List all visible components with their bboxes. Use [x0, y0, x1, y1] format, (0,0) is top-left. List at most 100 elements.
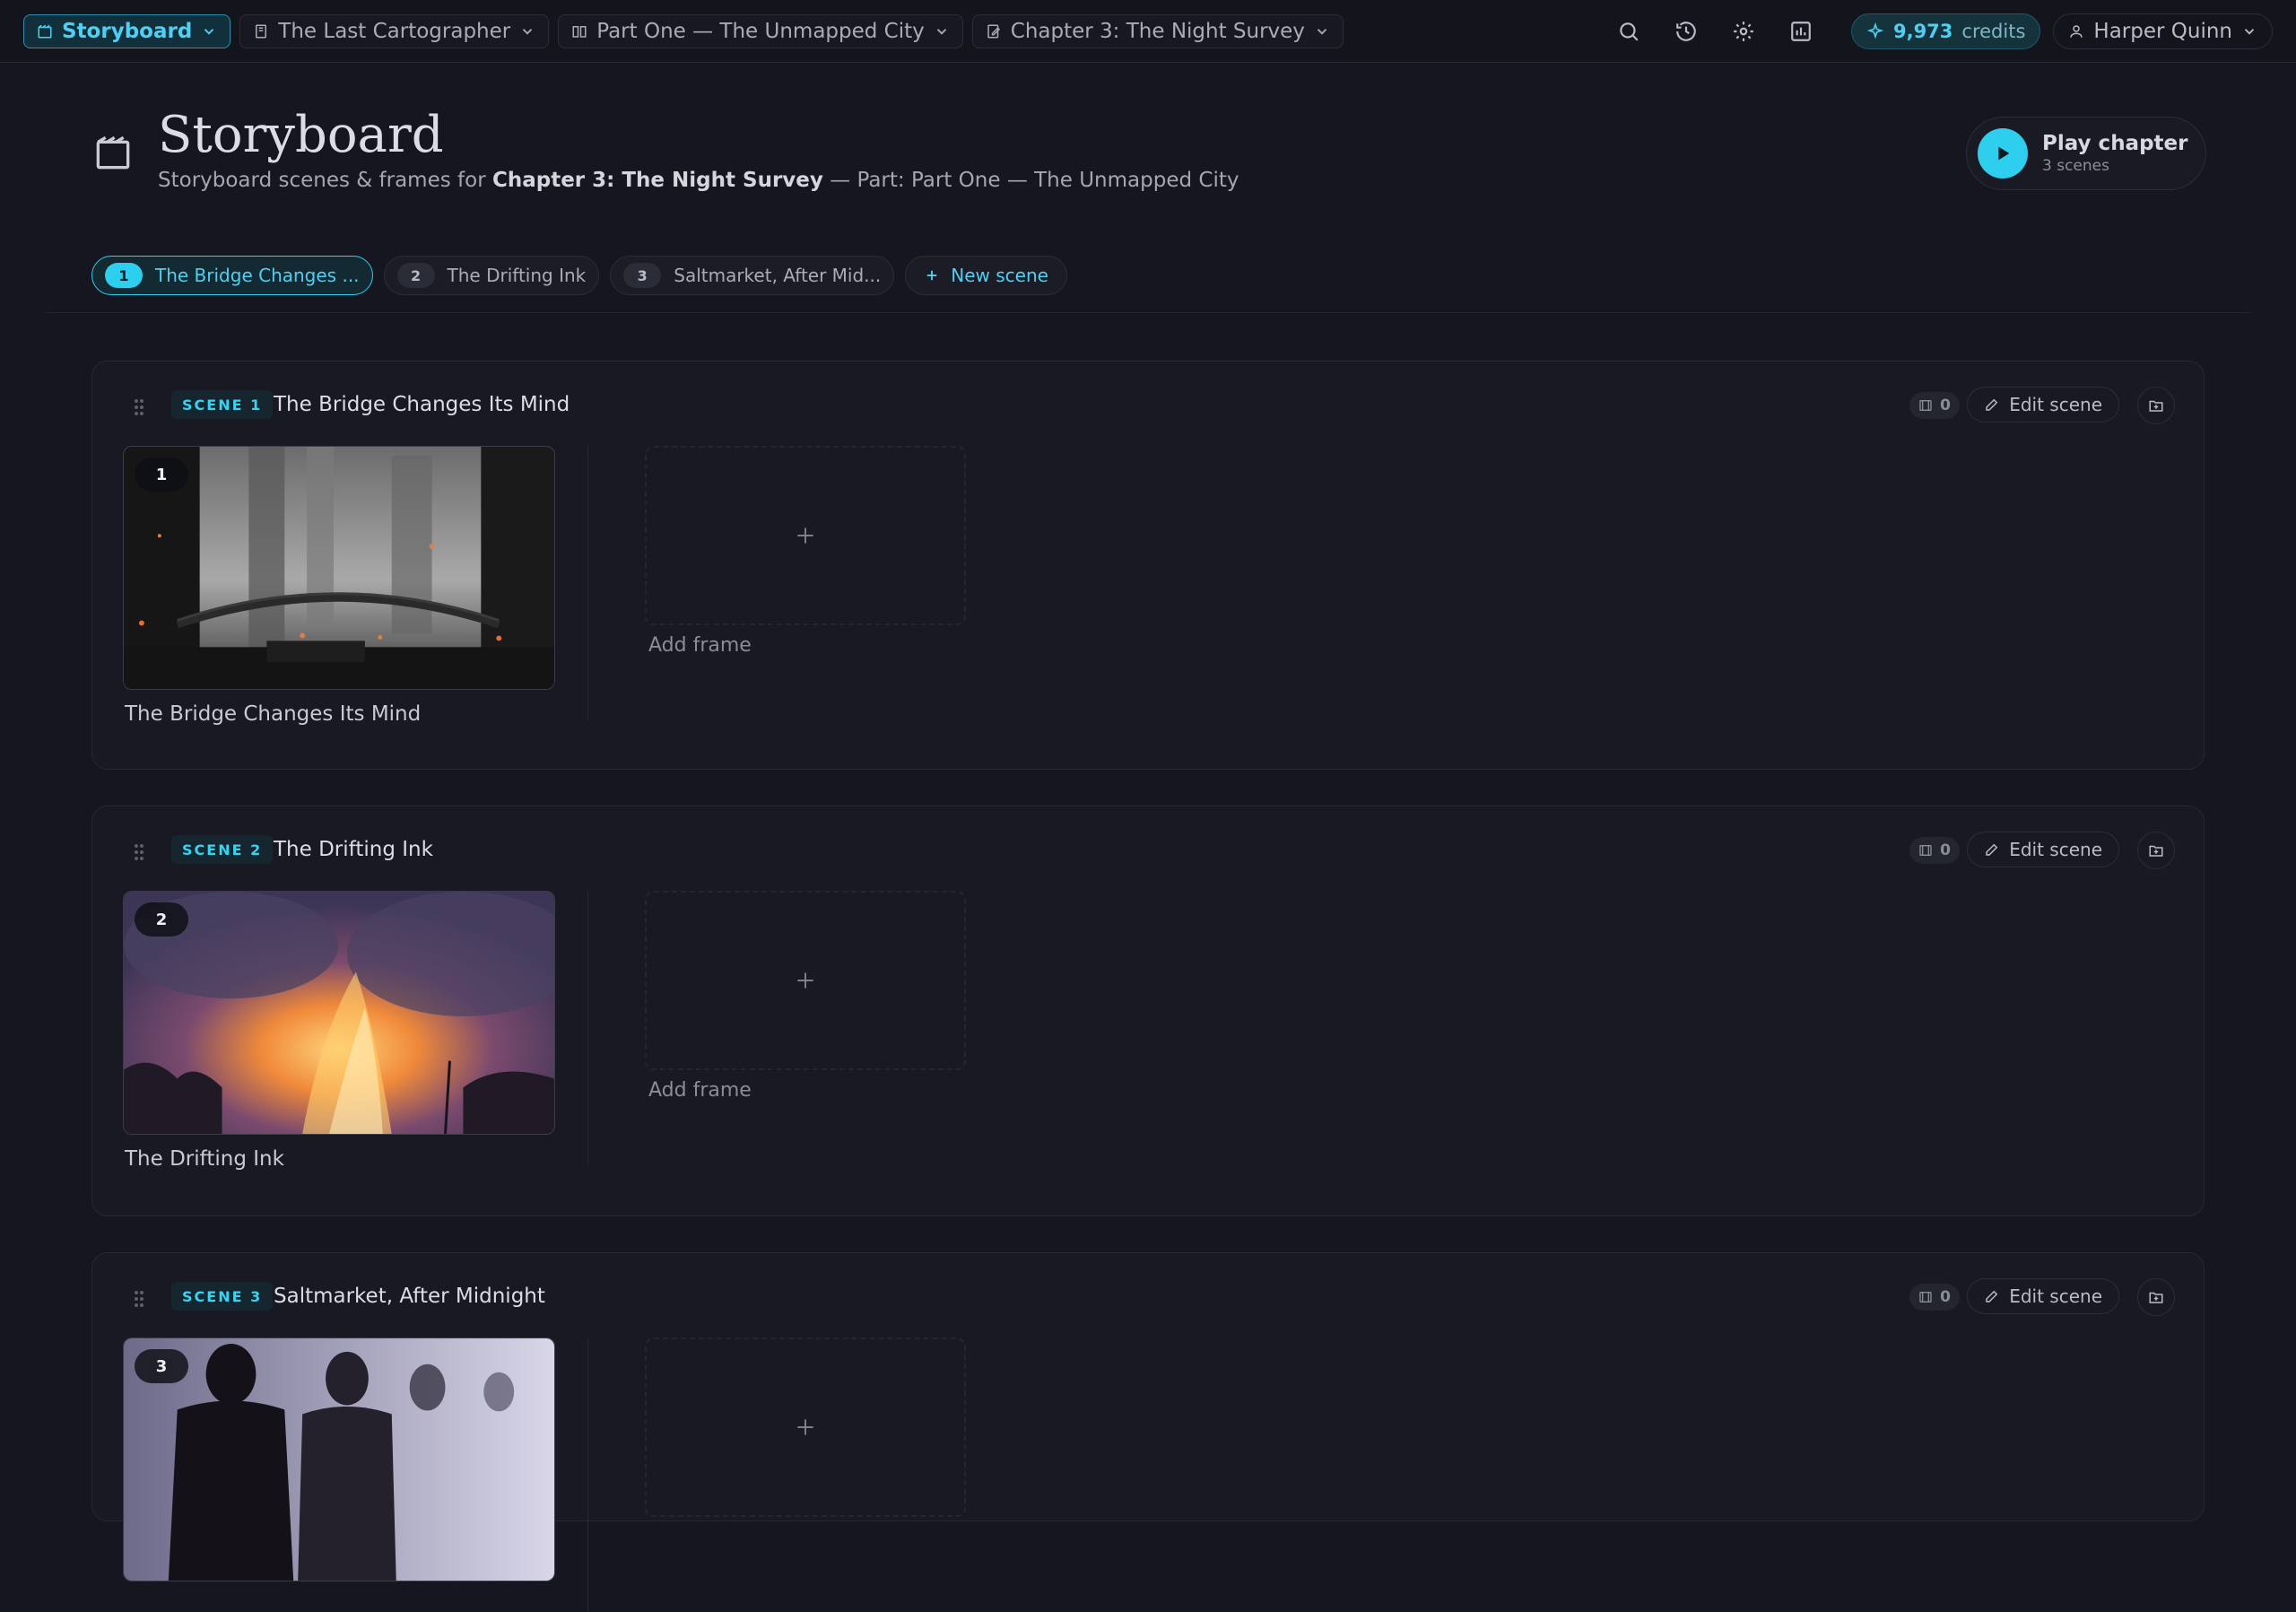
- frame-thumbnail[interactable]: 3: [123, 1338, 555, 1582]
- scene-badge: SCENE 3: [171, 1282, 274, 1311]
- pencil-icon: [1986, 398, 1998, 411]
- sparkle-icon: [1866, 22, 1884, 39]
- edit-scene-button[interactable]: Edit scene: [1967, 1278, 2119, 1314]
- page-header: Storyboard Storyboard scenes & frames fo…: [90, 106, 2206, 196]
- add-frame-button[interactable]: [645, 446, 966, 625]
- frame-number: 2: [135, 902, 188, 937]
- scene-card-3: SCENE 3 Saltmarket, After Midnight 0 Edi…: [91, 1252, 2205, 1612]
- folder-icon: [2149, 845, 2163, 857]
- page-title: Storyboard: [158, 106, 444, 164]
- frame-count: 0: [1940, 1288, 1951, 1306]
- clapperboard-icon: [96, 135, 130, 170]
- frame-count: 0: [1940, 396, 1951, 414]
- breadcrumb-part-label: Part One — The Unmapped City: [596, 19, 925, 43]
- plus-icon: [797, 527, 813, 544]
- scene-tabs: 1 The Bridge Changes ... 2 The Drifting …: [91, 256, 1067, 295]
- edit-scene-label: Edit scene: [2009, 839, 2102, 860]
- plus-icon: [797, 1419, 813, 1435]
- pencil-icon: [1986, 843, 1998, 856]
- add-frame-button[interactable]: [645, 1338, 966, 1517]
- subtitle-prefix: Storyboard scenes & frames for: [158, 169, 492, 192]
- scene-card-2: SCENE 2 The Drifting Ink 0 Edit scene 2 …: [91, 806, 2205, 1216]
- frame-count: 0: [1940, 841, 1951, 859]
- tab-label: Saltmarket, After Mid...: [674, 265, 882, 286]
- folder-icon: [2149, 1292, 2163, 1303]
- frame-caption: The Bridge Changes Its Mind: [125, 702, 422, 726]
- drag-handle-icon[interactable]: [132, 1289, 146, 1309]
- pencil-icon: [1986, 1290, 1998, 1303]
- divider: [47, 312, 2249, 313]
- chevron-down-icon: [204, 28, 214, 35]
- edit-scene-button[interactable]: Edit scene: [1967, 387, 2119, 423]
- play-scene-count: 3 scenes: [2042, 157, 2109, 175]
- tab-scene-3[interactable]: 3 Saltmarket, After Mid...: [610, 256, 895, 295]
- user-icon: [2070, 24, 2083, 38]
- folder-icon: [2149, 400, 2163, 412]
- frame-image-figures: [124, 1338, 554, 1581]
- play-circle: [1978, 128, 2028, 179]
- open-book-icon: [572, 25, 587, 38]
- play-label: Play chapter: [2042, 132, 2188, 155]
- breadcrumb-book-label: The Last Cartographer: [278, 19, 511, 43]
- scene-title: The Drifting Ink: [274, 838, 433, 861]
- clapperboard-icon: [38, 24, 52, 38]
- tab-number: 2: [396, 263, 435, 288]
- play-chapter-button[interactable]: Play chapter 3 scenes: [1966, 117, 2206, 190]
- film-icon: [1919, 845, 1932, 856]
- scene-title: The Bridge Changes Its Mind: [274, 393, 570, 416]
- subtitle-suffix: — Part: Part One — The Unmapped City: [822, 169, 1239, 192]
- history-icon: [1676, 21, 1696, 41]
- user-menu[interactable]: Harper Quinn: [2053, 13, 2273, 49]
- history-button[interactable]: [1668, 13, 1704, 49]
- tab-number: 1: [105, 263, 143, 288]
- scene-title: Saltmarket, After Midnight: [274, 1285, 545, 1308]
- credits-badge[interactable]: 9,973 credits: [1850, 13, 2041, 49]
- breadcrumb-part[interactable]: Part One — The Unmapped City: [558, 13, 963, 48]
- frame-caption: The Drifting Ink: [125, 1147, 284, 1171]
- frame-number: 1: [135, 457, 188, 492]
- app-switcher[interactable]: Storyboard: [23, 13, 231, 48]
- add-frame-label: Add frame: [648, 634, 752, 657]
- move-scene-button[interactable]: [2137, 387, 2175, 424]
- user-name: Harper Quinn: [2093, 19, 2232, 43]
- page-subtitle: Storyboard scenes & frames for Chapter 3…: [158, 169, 1239, 192]
- scene-badge: SCENE 1: [171, 390, 274, 419]
- frame-count-badge: 0: [1909, 392, 1960, 419]
- add-frame-button[interactable]: [645, 891, 966, 1070]
- credits-value: 9,973: [1892, 20, 1953, 42]
- frame-thumbnail[interactable]: 1: [123, 446, 555, 690]
- analytics-button[interactable]: [1783, 13, 1819, 49]
- settings-icon: [1734, 21, 1753, 41]
- new-scene-label: New scene: [951, 265, 1048, 286]
- divider: [587, 891, 588, 1165]
- subtitle-chapter: Chapter 3: The Night Survey: [491, 169, 823, 192]
- plus-icon: [797, 972, 813, 989]
- tab-number: 3: [623, 263, 662, 288]
- settings-button[interactable]: [1726, 13, 1761, 49]
- drag-handle-icon[interactable]: [132, 842, 146, 862]
- edit-scene-label: Edit scene: [2009, 394, 2102, 415]
- frame-image-bridge: [124, 447, 554, 689]
- frame-count-badge: 0: [1909, 1284, 1960, 1311]
- new-scene-button[interactable]: New scene: [905, 256, 1067, 295]
- app-label: Storyboard: [62, 19, 193, 43]
- breadcrumb-chapter[interactable]: Chapter 3: The Night Survey: [971, 13, 1344, 48]
- breadcrumb-book[interactable]: The Last Cartographer: [239, 13, 550, 48]
- move-scene-button[interactable]: [2137, 1278, 2175, 1316]
- scene-badge: SCENE 2: [171, 835, 274, 864]
- add-frame-label: Add frame: [648, 1079, 752, 1102]
- book-icon: [256, 24, 267, 38]
- drag-handle-icon[interactable]: [132, 397, 146, 417]
- tab-scene-2[interactable]: 2 The Drifting Ink: [383, 256, 600, 295]
- edit-scene-button[interactable]: Edit scene: [1967, 832, 2119, 867]
- tab-label: The Drifting Ink: [447, 265, 587, 286]
- scene-card-1: SCENE 1 The Bridge Changes Its Mind 0 Ed…: [91, 361, 2205, 770]
- film-icon: [1919, 1292, 1932, 1303]
- breadcrumb-chapter-label: Chapter 3: The Night Survey: [1010, 19, 1305, 43]
- edit-scene-label: Edit scene: [2009, 1285, 2102, 1307]
- move-scene-button[interactable]: [2137, 832, 2175, 869]
- frame-count-badge: 0: [1909, 837, 1960, 864]
- search-button[interactable]: [1611, 13, 1647, 49]
- frame-thumbnail[interactable]: 2: [123, 891, 555, 1135]
- tab-scene-1[interactable]: 1 The Bridge Changes ...: [91, 256, 373, 295]
